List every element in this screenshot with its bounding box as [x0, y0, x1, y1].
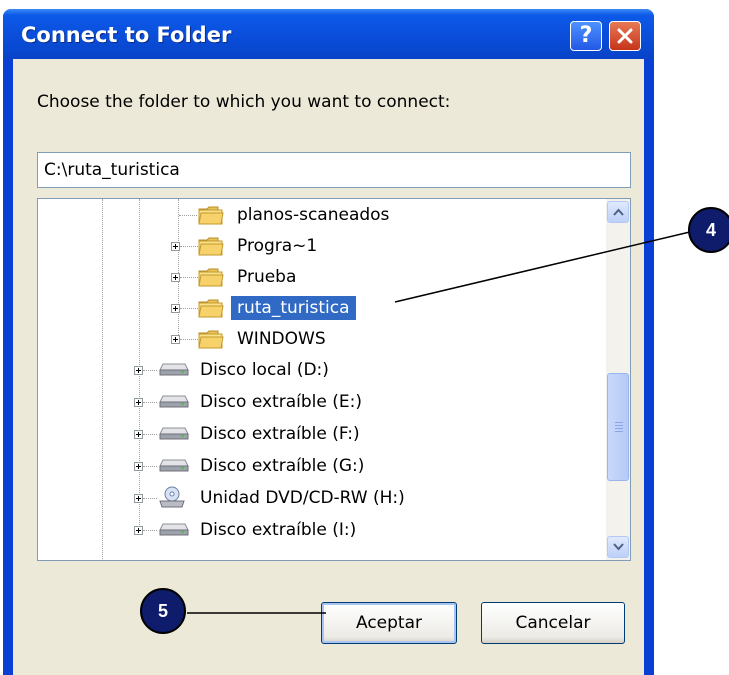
callout-lines	[187, 230, 695, 614]
callout-marker-4: 4	[688, 207, 729, 253]
callout-marker-5: 5	[140, 588, 186, 634]
